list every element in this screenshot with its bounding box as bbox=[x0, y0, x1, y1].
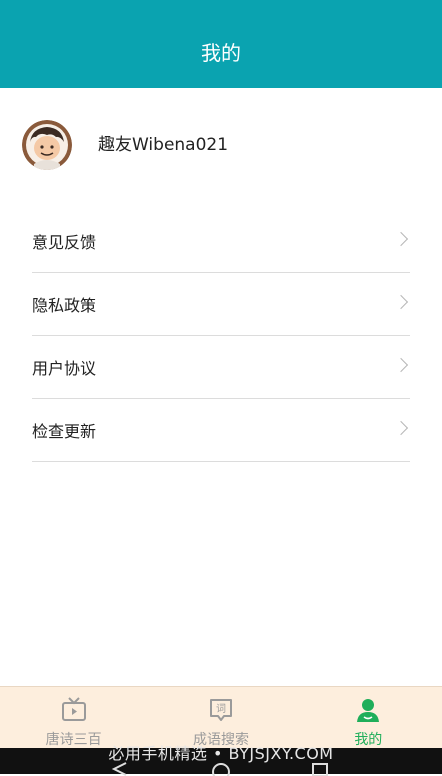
menu-item-label: 用户协议 bbox=[32, 359, 97, 378]
username: 趣友Wibena021 bbox=[98, 135, 229, 155]
svg-text:词: 词 bbox=[216, 703, 226, 715]
settings-menu: 意见反馈 隐私政策 用户协议 检查更新 bbox=[32, 210, 410, 462]
menu-item-feedback[interactable]: 意见反馈 bbox=[32, 210, 410, 273]
tv-icon bbox=[61, 697, 86, 721]
user-icon bbox=[357, 699, 380, 722]
page-title: 我的 bbox=[201, 40, 241, 65]
menu-item-privacy-policy[interactable]: 隐私政策 bbox=[32, 273, 410, 336]
chat-word-icon: 词 bbox=[209, 699, 232, 721]
menu-item-user-agreement[interactable]: 用户协议 bbox=[32, 336, 410, 399]
chevron-right-icon bbox=[393, 357, 409, 373]
avatar[interactable] bbox=[22, 120, 72, 170]
menu-item-check-update[interactable]: 检查更新 bbox=[32, 399, 410, 462]
watermark-text: 必用手机精选 • BYJSJXY.COM bbox=[108, 744, 334, 763]
menu-item-label: 意见反馈 bbox=[32, 233, 97, 252]
app-header: 我的 bbox=[0, 0, 442, 88]
profile-section[interactable]: 趣友Wibena021 bbox=[0, 100, 442, 190]
menu-item-label: 隐私政策 bbox=[32, 296, 97, 315]
chevron-right-icon bbox=[393, 420, 409, 436]
chevron-right-icon bbox=[393, 231, 409, 247]
menu-item-label: 检查更新 bbox=[32, 422, 97, 441]
chevron-right-icon bbox=[393, 294, 409, 310]
